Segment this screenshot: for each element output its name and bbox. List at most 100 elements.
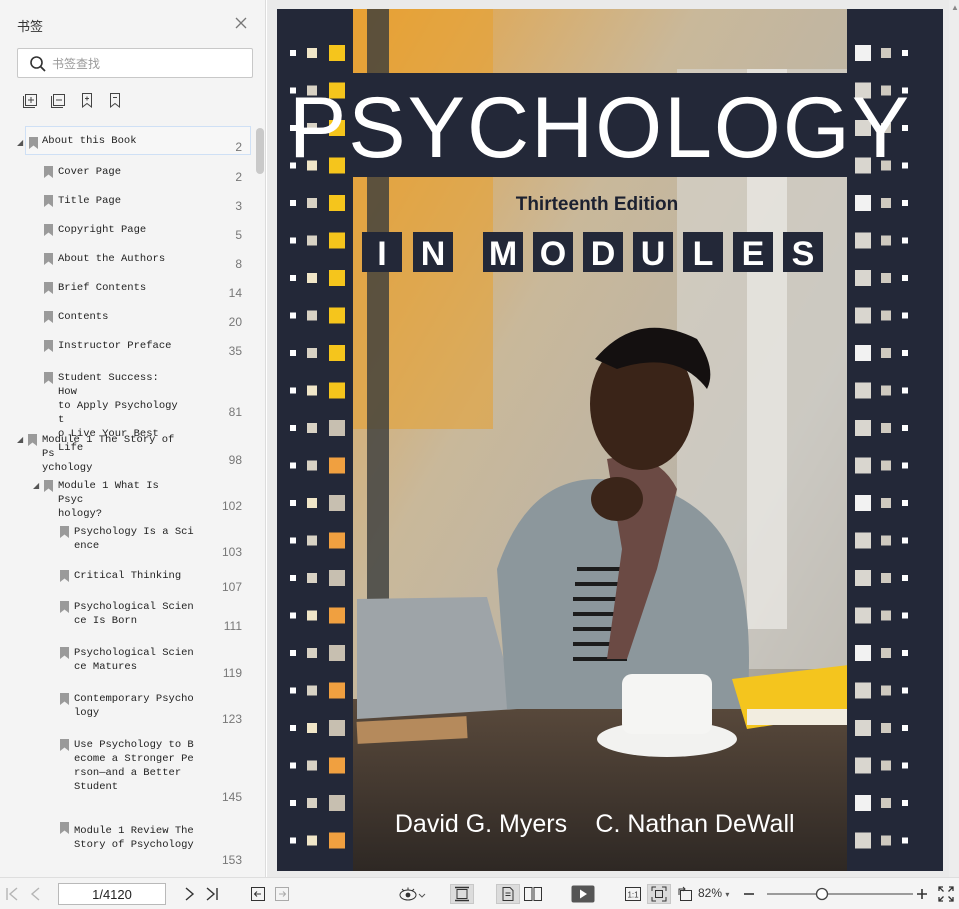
bookmark-item[interactable]: Psychological Scien ce Is Born 111 [0,596,255,638]
cover-square [855,345,871,361]
bookmark-icon[interactable] [106,91,123,108]
bookmark-label: About this Book [42,135,137,147]
cover-square [881,723,891,733]
expand-all-icon[interactable] [22,91,39,108]
cover-square [855,232,871,249]
cover-square [329,682,345,699]
next-page-icon[interactable] [181,884,197,904]
go-back-icon[interactable] [249,884,267,904]
cover-square [307,198,317,208]
zoom-slider[interactable] [765,884,915,904]
cover-square [855,457,871,474]
cover-square [307,460,317,471]
cover-square [329,832,345,849]
svg-text:U: U [641,235,666,273]
subtitle-letter-tile: L [683,232,723,273]
cover-square [881,273,891,283]
bookmark-item[interactable]: Instructor Preface 35 [0,335,255,364]
bookmark-item[interactable]: Module 1 Review The Story of Psychology … [0,817,255,869]
bookmark-label: Module 1 What Is Psyc hology? [58,480,159,520]
zoom-in-icon[interactable] [914,884,930,904]
close-icon[interactable] [233,15,249,31]
zoom-slider-thumb[interactable] [815,887,829,901]
bookmark-item[interactable]: ◢ Module 1 The Story of Ps ychology 98 [0,429,255,474]
cover-square [881,235,891,246]
cover-square [855,420,871,436]
cover-square [329,382,345,399]
bookmark-item[interactable]: Use Psychology to B ecome a Stronger Pe … [0,734,255,804]
svg-text:1:1: 1:1 [627,891,639,900]
page-number-input[interactable] [58,883,166,905]
zoom-out-icon[interactable] [741,884,757,904]
cover-square [881,460,891,471]
sidebar-header: 书签 [0,0,266,46]
collapse-all-icon[interactable] [50,91,67,108]
actual-size-icon[interactable]: 1:1 [623,884,643,904]
go-forward-icon[interactable] [273,884,291,904]
cover-square [329,495,345,511]
cover-square [290,575,296,581]
bookmark-item[interactable]: About this Book 2 [25,126,251,155]
bookmark-item[interactable]: ◢ Module 1 What Is Psyc hology? 102 [0,475,255,520]
bookmark-label: Contemporary Psycho logy [74,693,194,719]
caret-expanded-icon[interactable]: ◢ [17,138,23,147]
cover-square [881,48,891,58]
bookmark-page: 103 [221,545,242,559]
cover-square [307,498,317,508]
cover-square [881,498,891,508]
fit-page-icon[interactable] [647,884,671,904]
bookmark-icon [44,371,54,384]
bookmark-item[interactable]: About the Authors 8 [0,248,255,277]
caret-expanded-icon[interactable]: ◢ [33,481,39,490]
bookmark-label: Instructor Preface [58,340,172,352]
subtitle-letter-tile: N [413,232,453,273]
bookmark-item[interactable]: Contents 20 [0,306,255,335]
document-scrollbar[interactable]: ▲ [949,0,959,877]
fit-width-icon[interactable] [450,884,474,904]
bookmark-search-input[interactable] [52,54,242,73]
cover-subtitle: IN MODULES [362,232,823,273]
cover-square [290,237,296,244]
bookmark-item[interactable]: Psychological Scien ce Matures 119 [0,642,255,684]
fullscreen-icon[interactable] [937,884,955,904]
sidebar-title: 书签 [17,19,44,34]
view-mode-icon[interactable] [397,884,427,904]
scroll-up-icon[interactable]: ▲ [951,3,959,12]
cover-square [307,648,317,658]
caret-expanded-icon[interactable]: ◢ [17,435,23,444]
bookmark-item[interactable]: Psychology Is a Sci ence 103 [0,521,255,563]
cover-square [881,573,891,583]
cover-square [881,835,891,846]
cover-square [307,423,317,433]
bookmark-search-field[interactable] [17,48,253,78]
previous-page-icon[interactable] [28,884,44,904]
bookmark-icon [60,569,70,582]
bookmark-item[interactable]: Brief Contents 14 [0,277,255,306]
cover-square [329,45,345,61]
cover-square [290,425,296,431]
cover-square [902,575,908,581]
rotate-icon[interactable] [676,884,694,904]
bookmark-item[interactable]: Title Page 3 [0,190,255,219]
bookmark-label: Module 1 Review The Story of Psychology [74,825,194,851]
sidebar-scrollbar[interactable] [256,128,264,174]
bookmark-toolbar [22,91,123,111]
add-bookmark-icon[interactable] [78,91,95,108]
cover-square [881,310,891,321]
play-slideshow-icon[interactable] [570,884,596,904]
bookmark-item[interactable]: Critical Thinking 107 [0,565,255,595]
bookmark-item[interactable]: Contemporary Psycho logy 123 [0,688,255,730]
svg-text:M: M [489,235,517,273]
bookmark-item[interactable]: Cover Page 2 [0,161,255,190]
bookmark-item[interactable]: Student Success: How to Apply Psychology… [0,367,255,454]
first-page-icon[interactable] [4,884,20,904]
bookmark-item[interactable]: Copyright Page 5 [0,219,255,248]
cover-square [902,237,908,244]
svg-text:I: I [377,235,386,273]
cover-square [855,532,871,549]
last-page-icon[interactable] [204,884,220,904]
cover-square [881,423,891,433]
single-page-icon[interactable] [496,884,520,904]
zoom-dropdown[interactable]: 82% ▾ [698,886,729,900]
two-page-icon[interactable] [522,884,544,904]
